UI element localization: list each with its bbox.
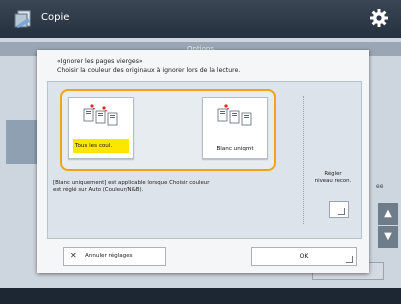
option-white-only-button[interactable]: Blanc uniqmt	[202, 97, 268, 159]
adjust-label-line-1: Régler	[324, 171, 342, 177]
ok-button[interactable]: OK	[251, 247, 357, 266]
note-line-1: [Blanc uniquement] est applicable lorsqu…	[53, 180, 210, 186]
cancel-settings-button[interactable]: ✕ Annuler réglages	[63, 247, 166, 266]
dialog-title: «Ignorer les pages vierges»	[57, 58, 143, 65]
blank-page-dialog: «Ignorer les pages vierges» Choisir la c…	[37, 50, 369, 273]
note-line-2: est réglé sur Auto (Couleur/N&B).	[53, 187, 144, 193]
copy-app-icon	[14, 10, 31, 28]
background-left-panel	[6, 120, 38, 164]
gear-icon[interactable]	[369, 8, 389, 28]
option-all-colors-button[interactable]: Tous les coul.	[68, 97, 134, 159]
scroll-up-button[interactable]: ▲	[378, 203, 398, 225]
app-title: Copie	[41, 12, 70, 23]
corner-mark-icon	[346, 256, 353, 263]
all-colors-pages-icon	[83, 104, 118, 126]
color-options-group: Tous les coul. Blanc uniqmt	[60, 89, 276, 171]
background-right-label: ee	[376, 183, 384, 190]
option-white-only-label: Blanc uniqmt	[216, 146, 254, 152]
adjust-level-button[interactable]	[329, 201, 349, 218]
white-only-pages-icon	[217, 104, 252, 126]
adjust-label-line-2: niveau recon.	[314, 178, 352, 184]
title-bar: Copie	[0, 0, 401, 38]
applicability-note: [Blanc uniquement] est applicable lorsqu…	[53, 180, 243, 194]
bottom-bar	[0, 288, 401, 304]
close-icon: ✕	[70, 251, 77, 260]
dialog-instruction: Choisir la couleur des originaux à ignor…	[57, 67, 241, 74]
cancel-settings-label: Annuler réglages	[85, 253, 133, 259]
panel-divider	[303, 96, 304, 224]
corner-mark-icon	[338, 208, 345, 215]
scroll-down-button[interactable]: ▼	[378, 226, 398, 248]
option-all-colors-label: Tous les coul.	[73, 139, 129, 153]
adjust-level-label: Régler niveau recon.	[309, 171, 357, 185]
ok-label: OK	[299, 253, 309, 260]
